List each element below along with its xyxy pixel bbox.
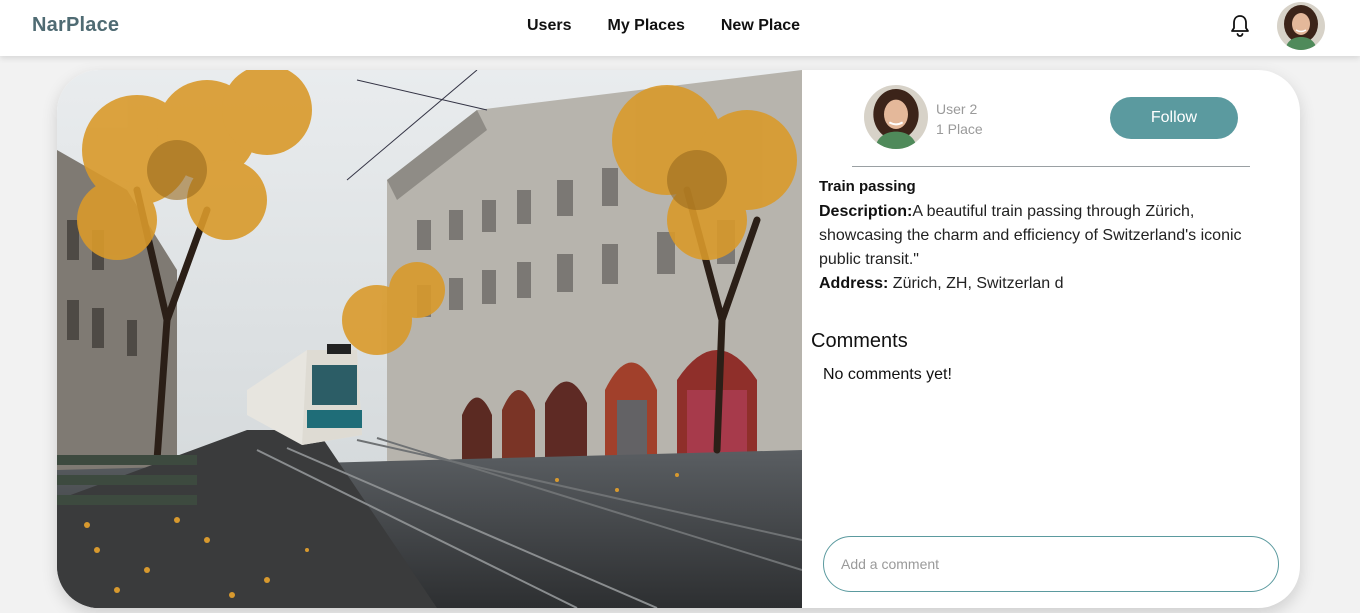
place-photo — [57, 70, 803, 608]
author-avatar[interactable] — [864, 85, 928, 149]
description-label: Description: — [819, 203, 913, 220]
place-title: Train passing — [819, 178, 916, 195]
no-comments-message: No comments yet! — [823, 366, 952, 383]
user-avatar[interactable] — [1277, 2, 1325, 50]
author-name[interactable]: User 2 — [936, 101, 977, 117]
nav-link-new-place[interactable]: New Place — [721, 17, 800, 35]
place-description: Description:A beautiful train passing th… — [819, 200, 1279, 272]
brand-logo[interactable]: NarPlace — [32, 14, 119, 37]
author-place-count: 1 Place — [936, 121, 983, 137]
follow-button[interactable]: Follow — [1110, 97, 1238, 139]
nav-link-users[interactable]: Users — [527, 17, 571, 35]
comments-heading: Comments — [811, 330, 908, 352]
place-details-panel: User 2 1 Place Follow Train passing Desc… — [802, 70, 1300, 608]
place-card: User 2 1 Place Follow Train passing Desc… — [57, 70, 1300, 608]
address-text: Zürich, ZH, Switzerlan d — [888, 275, 1064, 292]
bell-icon[interactable] — [1228, 13, 1252, 39]
divider — [852, 166, 1250, 167]
address-label: Address: — [819, 275, 889, 292]
nav-links: Users My Places New Place — [527, 17, 800, 35]
nav-link-my-places[interactable]: My Places — [607, 17, 684, 35]
top-navbar: NarPlace Users My Places New Place — [0, 0, 1360, 56]
place-address: Address: Zürich, ZH, Switzerlan d — [819, 272, 1064, 296]
comment-input[interactable] — [823, 536, 1279, 592]
